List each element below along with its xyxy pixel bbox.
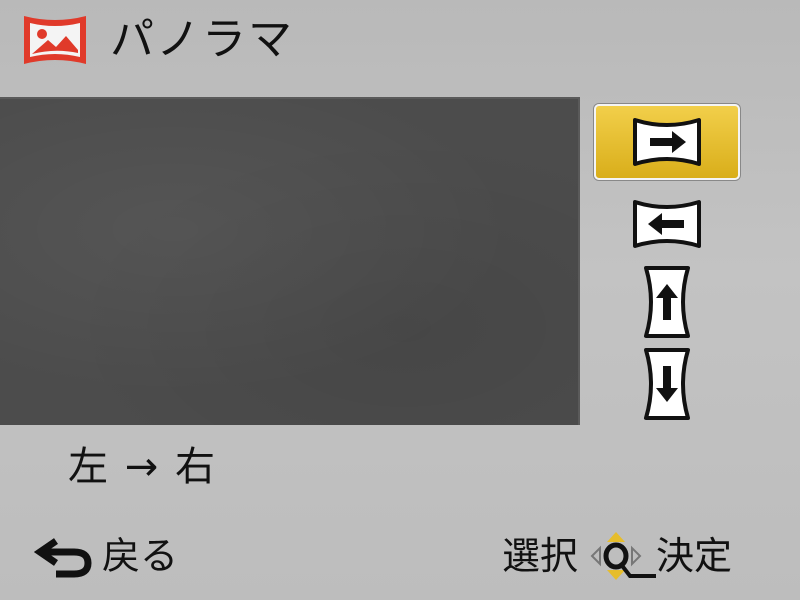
panorama-preview bbox=[0, 97, 580, 425]
arrow-right-icon bbox=[633, 118, 701, 166]
direction-option-top-to-bottom[interactable] bbox=[634, 344, 700, 424]
arrow-left-icon bbox=[633, 200, 701, 248]
back-button[interactable]: 戻る bbox=[34, 530, 178, 582]
control-dial-icon bbox=[590, 532, 657, 580]
select-label: 選択 bbox=[502, 534, 579, 578]
direction-label: 左 → 右 bbox=[68, 444, 217, 490]
direction-option-right-to-left[interactable] bbox=[624, 194, 710, 254]
direction-option-left-to-right[interactable] bbox=[594, 104, 740, 180]
page-title: パノラマ bbox=[110, 14, 294, 65]
arrow-down-icon bbox=[644, 348, 690, 420]
confirm-label: 決定 bbox=[656, 534, 733, 578]
arrow-up-icon bbox=[644, 266, 690, 338]
footer-controls: 選択 決定 bbox=[502, 530, 732, 582]
direction-option-bottom-to-top[interactable] bbox=[634, 262, 700, 342]
return-arrow-icon bbox=[34, 538, 92, 578]
panorama-mode-icon bbox=[24, 16, 86, 64]
header: パノラマ bbox=[20, 10, 294, 70]
direction-options bbox=[592, 102, 742, 432]
back-label: 戻る bbox=[102, 534, 179, 578]
